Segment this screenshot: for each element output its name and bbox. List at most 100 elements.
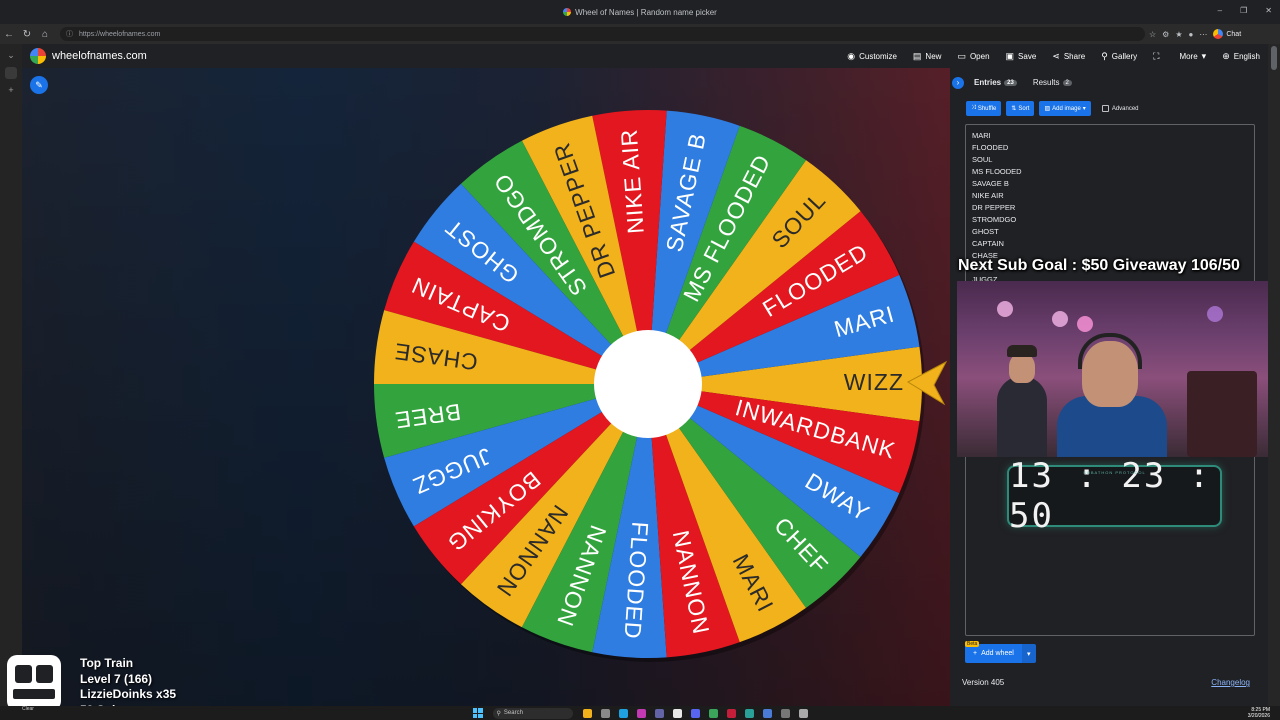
- app-icon[interactable]: [600, 708, 610, 718]
- extensions-icon[interactable]: ⚙: [1162, 30, 1169, 39]
- sidebar-toggle-icon[interactable]: ⌄: [0, 50, 22, 61]
- train-window: [36, 665, 53, 683]
- tab-entries[interactable]: Entries 23: [968, 76, 1023, 89]
- browser-tab-title[interactable]: Wheel of Names | Random name picker: [575, 8, 717, 17]
- panel-collapse-icon[interactable]: ›: [952, 76, 964, 89]
- app-icon[interactable]: [672, 708, 682, 718]
- sort-label: Sort: [1018, 105, 1030, 112]
- entry-line: SAVAGE B: [972, 179, 1009, 188]
- menu-item-more[interactable]: More ▾: [1179, 51, 1206, 62]
- tab-results[interactable]: Results 2: [1027, 76, 1078, 89]
- menu-item-customize[interactable]: ◉ Customize: [847, 51, 897, 62]
- minimize-button[interactable]: –: [1218, 6, 1222, 15]
- menu-item-label: More: [1179, 51, 1198, 61]
- menu-item-label: New: [925, 51, 942, 61]
- active-tab-icon[interactable]: [5, 67, 17, 79]
- back-icon[interactable]: ←: [0, 29, 18, 40]
- train-base: [13, 689, 55, 699]
- favorites-icon[interactable]: ★: [1175, 30, 1182, 39]
- new-file-icon: ▤: [912, 50, 922, 61]
- teams-icon[interactable]: [654, 708, 664, 718]
- app-icon[interactable]: [636, 708, 646, 718]
- browser-actions: ☆ ⚙ ★ ● ⋯ Chat: [1149, 29, 1241, 39]
- menu-item-share[interactable]: ⋖ Share: [1052, 51, 1085, 62]
- edge-icon[interactable]: [618, 708, 628, 718]
- person-cap: [1007, 345, 1037, 357]
- main-menu: ◉ Customize ▤ New ▭ Open ▣ Save ⋖ Share ⚲ Gallery ⛶ M…: [847, 44, 1260, 68]
- maximize-button[interactable]: ❐: [1240, 6, 1247, 15]
- decor-balloon: [1077, 316, 1093, 332]
- advanced-checkbox[interactable]: [1101, 105, 1109, 112]
- headset-icon: [1078, 333, 1142, 369]
- menu-item-fullscreen[interactable]: ⛶: [1153, 51, 1163, 62]
- app-icon[interactable]: [744, 708, 754, 718]
- reload-icon[interactable]: ↻: [18, 29, 36, 40]
- menu-item-save[interactable]: ▣ Save: [1006, 51, 1037, 62]
- advanced-toggle[interactable]: Advanced: [1101, 105, 1139, 112]
- globe-icon: ⊕: [1222, 50, 1230, 61]
- discord-icon[interactable]: [690, 708, 700, 718]
- subathon-timer: SUBATHON PROTOCOL 13 : 23 : 50: [1007, 456, 1222, 536]
- taskbar-clock[interactable]: 8:25 PM 3/20/2026: [1248, 707, 1270, 719]
- menu-item-label: English: [1233, 51, 1260, 61]
- add-wheel-dropdown[interactable]: ▾: [1021, 644, 1036, 663]
- weather-widget[interactable]: Clear: [22, 706, 34, 712]
- close-window-button[interactable]: ✕: [1265, 6, 1272, 15]
- tab-entries-label: Entries: [974, 78, 1002, 87]
- chat-button[interactable]: Chat: [1213, 29, 1241, 39]
- taskbar-search-label: Search: [503, 710, 523, 716]
- windows-start-icon[interactable]: [472, 708, 483, 718]
- browser-title-bar: Wheel of Names | Random name picker – ❐ …: [0, 0, 1280, 24]
- scrollbar-thumb[interactable]: [1271, 46, 1277, 70]
- more-options-icon[interactable]: ⋯: [1199, 30, 1207, 39]
- clock-date: 3/20/2026: [1247, 713, 1270, 719]
- scrollbar[interactable]: [1268, 44, 1280, 710]
- webcam-feed: [957, 281, 1268, 457]
- new-tab-icon[interactable]: +: [0, 85, 22, 95]
- app-icon[interactable]: [708, 708, 718, 718]
- app-icon[interactable]: [726, 708, 736, 718]
- background-shelf: [1187, 371, 1257, 457]
- url-input[interactable]: ⓘ https://wheelofnames.com: [60, 27, 1145, 41]
- changelog-link[interactable]: Changelog: [1211, 678, 1250, 687]
- entry-line: GHOST: [972, 227, 999, 236]
- window-controls: – ❐ ✕: [1218, 6, 1272, 15]
- beta-badge: Beta: [965, 641, 980, 647]
- wheel-center-hub[interactable]: [594, 330, 702, 438]
- url-text: https://wheelofnames.com: [79, 30, 161, 38]
- train-window: [15, 665, 32, 683]
- menu-item-open[interactable]: ▭ Open: [957, 51, 989, 62]
- plus-icon: +: [973, 650, 978, 657]
- menu-item-english[interactable]: ⊕ English: [1222, 51, 1260, 62]
- site-favicon-icon: [563, 8, 572, 16]
- home-icon[interactable]: ⌂: [36, 29, 54, 40]
- menu-item-label: Open: [969, 51, 990, 61]
- site-header: wheelofnames.com ◉ Customize ▤ New ▭ Open ▣ Sav…: [22, 44, 1268, 68]
- app-icon[interactable]: [762, 708, 772, 718]
- menu-item-label: Gallery: [1111, 51, 1138, 61]
- menu-item-new[interactable]: ▤ New: [913, 51, 942, 62]
- site-name[interactable]: wheelofnames.com: [52, 50, 147, 62]
- menu-item-label: Share: [1063, 51, 1086, 61]
- bookmark-star-icon[interactable]: ☆: [1149, 30, 1156, 39]
- wheel-svg[interactable]: WIZZMARIFLOODEDSOULMS FLOODEDSAVAGE BNIK…: [22, 68, 950, 710]
- sort-button[interactable]: ⇅ Sort: [1006, 101, 1035, 116]
- file-explorer-icon[interactable]: [582, 708, 592, 718]
- profile-avatar-icon[interactable]: ●: [1189, 30, 1194, 39]
- entries-toolbar: ⤨ Shuffle ⇅ Sort ▨ Add image ▾ Advanced: [966, 101, 1139, 116]
- train-top-user: LizzieDoinks x35: [80, 687, 177, 701]
- app-icon[interactable]: [798, 708, 808, 718]
- chevron-down-icon: ▾: [1201, 50, 1207, 61]
- add-image-label: Add image: [1052, 105, 1081, 112]
- chevron-down-icon: ▾: [1082, 106, 1086, 112]
- entry-line: MS FLOODED: [972, 167, 1022, 176]
- image-icon: ▨: [1044, 106, 1051, 112]
- menu-item-gallery[interactable]: ⚲ Gallery: [1101, 51, 1137, 62]
- wheel-logo-icon[interactable]: [30, 48, 46, 64]
- app-icon[interactable]: [780, 708, 790, 718]
- add-image-button[interactable]: ▨ Add image ▾: [1039, 101, 1091, 116]
- timer-value: 13 : 23 : 50: [1009, 456, 1212, 536]
- site-info-icon[interactable]: ⓘ: [66, 29, 73, 39]
- shuffle-button[interactable]: ⤨ Shuffle: [966, 101, 1002, 116]
- taskbar-search[interactable]: ⚲ Search: [492, 707, 573, 719]
